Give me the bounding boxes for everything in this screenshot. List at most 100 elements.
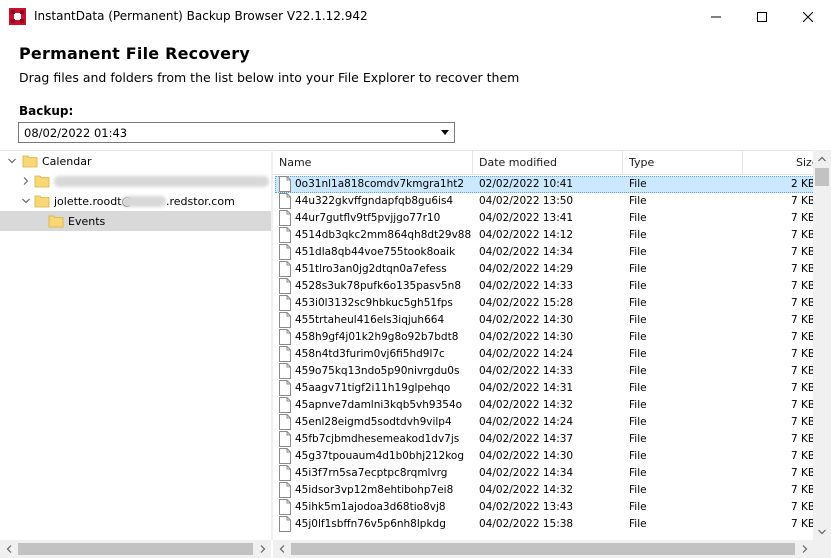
file-type-cell: File [629, 178, 647, 190]
column-header-name[interactable]: Name [279, 156, 311, 169]
chevron-left-icon [279, 545, 284, 553]
chevron-right-icon [802, 545, 807, 553]
chevron-down-icon [441, 130, 449, 135]
file-date-cell: 04/02/2022 14:32 [479, 484, 574, 496]
file-list[interactable]: Name Date modified Type Size 0o31nl1a818… [273, 150, 813, 540]
file-size-cell: 7 KB [791, 484, 813, 496]
scroll-up-button[interactable] [813, 150, 831, 167]
table-row[interactable]: 45fb7cjbmdhesemeakod1dv7js 04/02/2022 14:… [273, 431, 813, 448]
table-row[interactable]: 4514db3qkc2mm864qh8dt29v88 04/02/2022 14:… [273, 227, 813, 244]
vertical-scrollbar[interactable] [813, 150, 831, 540]
tree-item-user[interactable]: jolette.roodt@ .redstor.com [0, 191, 271, 211]
file-size-cell: 7 KB [791, 195, 813, 207]
table-row[interactable]: 44u322gkvffgndapfqb8gu6is4 04/02/2022 13:… [273, 193, 813, 210]
maximize-icon [757, 11, 767, 22]
maximize-button[interactable] [739, 0, 785, 33]
chevron-down-icon[interactable] [22, 197, 30, 205]
file-type-cell: File [629, 212, 647, 224]
tree-item-label: .redstor.com [166, 195, 235, 208]
column-divider[interactable] [472, 151, 473, 175]
file-size-cell: 7 KB [791, 280, 813, 292]
file-name-cell: 45idsor3vp12m8ehtibohp7ei8 [295, 484, 454, 496]
column-header-type[interactable]: Type [629, 156, 654, 169]
file-icon [279, 431, 291, 447]
table-row[interactable]: 45g37tpouaum4d1b0bhj212kog 04/02/2022 14:… [273, 448, 813, 465]
file-icon [279, 346, 291, 362]
folder-tree[interactable]: Calendar jolette.roodt@ .redstor.com Eve… [0, 150, 271, 540]
chevron-down-icon[interactable] [8, 157, 16, 165]
file-date-cell: 04/02/2022 15:28 [479, 297, 574, 309]
file-date-cell: 04/02/2022 14:30 [479, 331, 574, 343]
file-name-cell: 458h9gf4j01k2h9g8o92b7bdt8 [295, 331, 459, 343]
file-icon [279, 448, 291, 464]
chevron-right-icon[interactable] [22, 177, 30, 185]
file-type-cell: File [629, 314, 647, 326]
table-row[interactable]: 4528s3uk78pufk6o135pasv5n8 04/02/2022 14:… [273, 278, 813, 295]
file-name-cell: 4514db3qkc2mm864qh8dt29v88 [295, 229, 472, 241]
file-icon [279, 465, 291, 481]
table-row[interactable]: 458n4td3furim0vj6fi5hd9l7c 04/02/2022 14:… [273, 346, 813, 363]
scroll-left-button[interactable] [273, 540, 290, 558]
file-date-cell: 04/02/2022 14:24 [479, 416, 574, 428]
table-row[interactable]: 45ihk5m1ajodoa3d68tio8vj8 04/02/2022 13:4… [273, 499, 813, 516]
file-type-cell: File [629, 365, 647, 377]
file-name-cell: 45fb7cjbmdhesemeakod1dv7js [295, 433, 460, 445]
scroll-thumb[interactable] [18, 543, 253, 555]
scroll-down-button[interactable] [813, 523, 831, 540]
backup-label: Backup: [19, 104, 74, 118]
table-row[interactable]: 0o31nl1a818comdv7kmgra1ht2 02/02/2022 10:… [273, 176, 813, 193]
table-row[interactable]: 451dla8qb44voe755took8oaik 04/02/2022 14:… [273, 244, 813, 261]
file-size-cell: 7 KB [791, 416, 813, 428]
column-header-date[interactable]: Date modified [479, 156, 557, 169]
scroll-right-button[interactable] [254, 540, 271, 558]
table-row[interactable]: 44ur7gutflv9tf5pvjjgo77r10 04/02/2022 13:… [273, 210, 813, 227]
file-name-cell: 451tlro3an0jg2dtqn0a7efess [295, 263, 447, 275]
file-name-cell: 4528s3uk78pufk6o135pasv5n8 [295, 280, 462, 292]
tree-item-mailbox[interactable] [0, 171, 271, 191]
backup-dropdown[interactable]: 08/02/2022 01:43 [18, 122, 455, 143]
file-name-cell: 453i0l3132sc9hbkuc5gh51fps [295, 297, 453, 309]
scroll-thumb[interactable] [291, 543, 795, 555]
close-button[interactable] [785, 0, 831, 33]
file-name-cell: 45j0lf1sbffn76v5p6nh8lpkdg [295, 518, 446, 530]
table-row[interactable]: 459o75kq13ndo5p90nivrgdu0s 04/02/2022 14:… [273, 363, 813, 380]
table-row[interactable]: 45i3f7rn5sa7ecptpc8rqmlvrg 04/02/2022 14:… [273, 465, 813, 482]
file-date-cell: 04/02/2022 13:41 [479, 212, 574, 224]
file-icon [279, 499, 291, 515]
file-icon [279, 363, 291, 379]
file-name-cell: 45apnve7damlni3kqb5vh9354o [295, 399, 463, 411]
folder-icon [48, 215, 64, 228]
file-size-cell: 7 KB [791, 246, 813, 258]
column-divider[interactable] [622, 151, 623, 175]
table-row[interactable]: 451tlro3an0jg2dtqn0a7efess 04/02/2022 14:… [273, 261, 813, 278]
column-header-size[interactable]: Size [796, 156, 813, 169]
file-icon [279, 397, 291, 413]
scroll-thumb[interactable] [815, 168, 829, 186]
minimize-button[interactable] [693, 0, 739, 33]
table-row[interactable]: 45enl28eigmd5sodtdvh9vilp4 04/02/2022 14:… [273, 414, 813, 431]
tree-item-events[interactable]: Events [0, 211, 271, 231]
table-row[interactable]: 45idsor3vp12m8ehtibohp7ei8 04/02/2022 14:… [273, 482, 813, 499]
tree-item-calendar[interactable]: Calendar [0, 151, 271, 171]
file-type-cell: File [629, 399, 647, 411]
table-row[interactable]: 453i0l3132sc9hbkuc5gh51fps 04/02/2022 15:… [273, 295, 813, 312]
title-bar: InstantData (Permanent) Backup Browser V… [0, 0, 831, 34]
table-row[interactable]: 458h9gf4j01k2h9g8o92b7bdt8 04/02/2022 14:… [273, 329, 813, 346]
file-size-cell: 7 KB [791, 399, 813, 411]
file-icon [279, 329, 291, 345]
scroll-left-button[interactable] [0, 540, 17, 558]
table-row[interactable]: 45aagv71tigf2i11h19glpehqo 04/02/2022 14:… [273, 380, 813, 397]
file-type-cell: File [629, 263, 647, 275]
scroll-right-button[interactable] [796, 540, 813, 558]
file-size-cell: 7 KB [791, 212, 813, 224]
table-row[interactable]: 455trtaheul416els3iqjuh664 04/02/2022 14:… [273, 312, 813, 329]
folder-icon [22, 155, 38, 168]
table-row[interactable]: 45apnve7damlni3kqb5vh9354o 04/02/2022 14:… [273, 397, 813, 414]
tree-horizontal-scrollbar[interactable] [0, 540, 271, 558]
file-name-cell: 44ur7gutflv9tf5pvjjgo77r10 [295, 212, 441, 224]
column-divider[interactable] [742, 151, 743, 175]
table-row[interactable]: 45j0lf1sbffn76v5p6nh8lpkdg 04/02/2022 15:… [273, 516, 813, 533]
file-size-cell: 7 KB [791, 467, 813, 479]
list-horizontal-scrollbar[interactable] [273, 540, 813, 558]
file-icon [279, 516, 291, 532]
